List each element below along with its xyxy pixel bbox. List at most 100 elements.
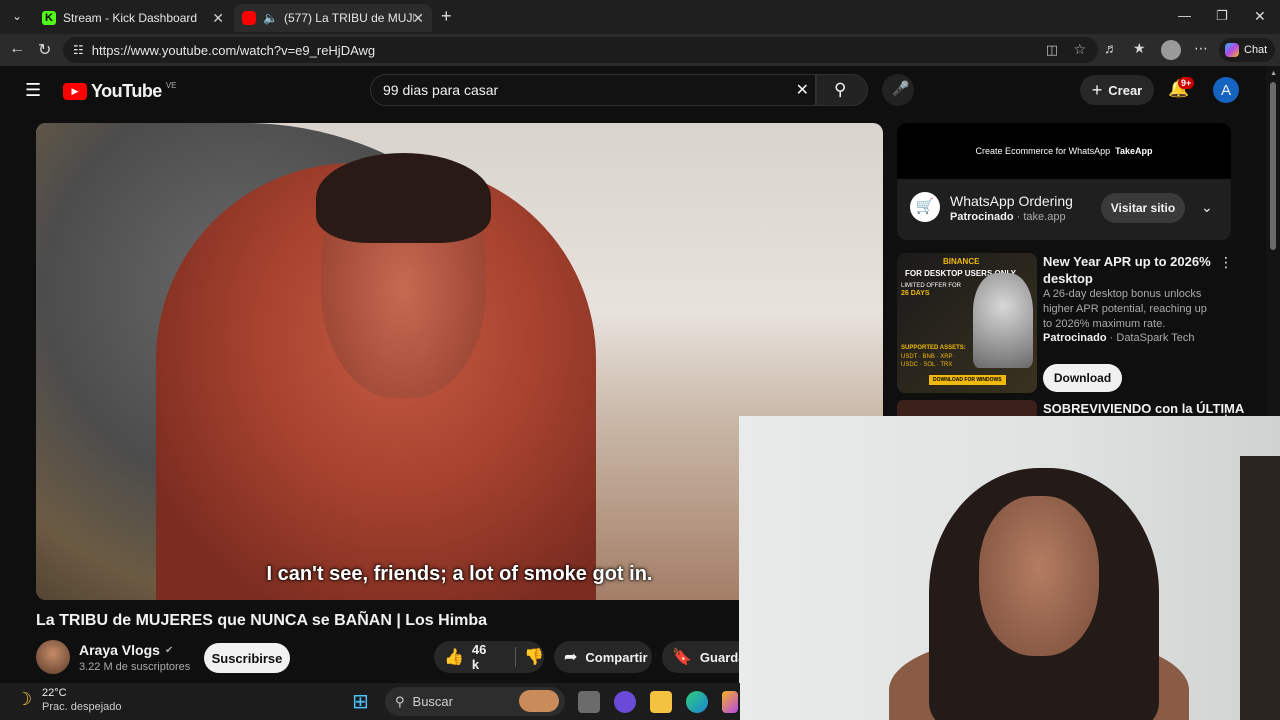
copilot-chat-button[interactable]: Chat — [1219, 38, 1275, 62]
maximize-icon[interactable]: ❐ — [1216, 8, 1228, 24]
task-view-icon[interactable] — [578, 691, 600, 713]
menu-icon[interactable]: ☰ — [25, 80, 41, 101]
more-options-icon[interactable]: ⋯ — [1194, 40, 1208, 57]
ad-thumbnail[interactable]: BINANCE FOR DESKTOP USERS ONLY LIMITED O… — [897, 253, 1037, 393]
account-avatar[interactable]: A — [1213, 77, 1239, 103]
thumbs-down-icon[interactable]: 👎 — [524, 647, 544, 667]
profile-avatar[interactable] — [1161, 40, 1181, 60]
search-highlight-icon — [519, 690, 559, 712]
country-code: VE — [165, 81, 177, 90]
favorites-icon[interactable]: ★ — [1133, 40, 1146, 57]
app-available-icon[interactable]: ◫ — [1046, 42, 1058, 58]
url-bar[interactable]: ☷ https://www.youtube.com/watch?v=e9_reH… — [63, 37, 1098, 63]
speaker-icon[interactable]: 🔈 — [263, 11, 278, 25]
thumb-assets: SUPPORTED ASSETS: — [901, 345, 966, 351]
cart-icon: 🛒 — [910, 192, 940, 222]
visit-site-button[interactable]: Visitar sitio — [1101, 193, 1185, 223]
window-close-icon[interactable]: ✕ — [1254, 8, 1266, 25]
search-icon: ⚲ — [395, 693, 405, 709]
thumb-brand: BINANCE — [943, 257, 980, 266]
subscribe-button[interactable]: Suscribirse — [204, 643, 290, 673]
close-icon[interactable]: ✕ — [412, 10, 424, 27]
search-button[interactable]: ⚲ — [816, 74, 868, 106]
reload-icon[interactable]: ↻ — [38, 40, 51, 60]
file-explorer-icon[interactable] — [650, 691, 672, 713]
favorite-star-icon[interactable]: ☆ — [1073, 41, 1086, 58]
video3-title[interactable]: SOBREVIVIENDO con la ÚLTIMA — [1043, 401, 1244, 416]
copilot-icon — [1225, 43, 1239, 57]
share-icon: ➦ — [564, 649, 578, 666]
ad-banner-brand: TakeApp — [1115, 146, 1153, 156]
browser-tab-bar: ⌄ K Stream - Kick Dashboard ✕ 🔈 (577) La… — [0, 0, 1280, 34]
scroll-up-icon[interactable]: ▲ — [1270, 70, 1277, 77]
taskbar-search[interactable]: ⚲ Buscar — [385, 687, 565, 716]
search-value: 99 dias para casar — [383, 82, 499, 98]
ad2-advertiser: DataSpark Tech — [1116, 332, 1195, 344]
chat-label: Chat — [1244, 44, 1268, 56]
thumb-line2: LIMITED OFFER FOR — [901, 283, 961, 289]
divider — [515, 647, 517, 667]
edge-browser-icon[interactable] — [686, 691, 708, 713]
share-label: Compartir — [585, 649, 648, 665]
channel-avatar[interactable] — [36, 640, 70, 674]
share-button[interactable]: ➦ Compartir — [554, 641, 652, 673]
sponsored-label: Patrocinado — [950, 211, 1014, 223]
verified-icon: ✔ — [164, 644, 174, 656]
logo-text: YouTube — [91, 81, 162, 101]
download-button[interactable]: Download — [1043, 364, 1122, 392]
url-text: https://www.youtube.com/watch?v=e9_reHjD… — [91, 42, 376, 58]
tab-kick-dashboard[interactable]: K Stream - Kick Dashboard ✕ — [34, 4, 232, 32]
close-icon[interactable]: ✕ — [212, 10, 224, 27]
new-tab-icon[interactable]: + — [441, 6, 452, 27]
play-logo-icon: ▶ — [63, 83, 87, 100]
subscriber-count: 3.22 M de suscriptores — [79, 661, 191, 673]
sponsored-label: Patrocinado — [1043, 332, 1107, 344]
ad2-meta: Patrocinado · DataSpark Tech — [1043, 332, 1194, 344]
taskbar-search-label: Buscar — [412, 694, 453, 709]
thumbs-up-icon: 👍 — [444, 649, 464, 666]
tab-list-icon[interactable]: ⌄ — [8, 9, 26, 25]
plus-icon: + — [1091, 79, 1103, 100]
clear-search-icon[interactable]: ✕ — [796, 80, 809, 100]
create-button[interactable]: + Crear — [1080, 75, 1154, 105]
webcam-overlay — [739, 416, 1280, 720]
youtube-logo[interactable]: ▶ YouTube VE — [63, 81, 177, 102]
teams-chat-icon[interactable] — [614, 691, 636, 713]
tab-youtube[interactable]: 🔈 (577) La TRIBU de MUJERES q ✕ — [234, 4, 432, 32]
channel-name: Araya Vlogs — [79, 642, 160, 658]
chevron-down-icon[interactable]: ⌄ — [1201, 199, 1213, 216]
voice-search-button[interactable]: 🎤 — [882, 74, 914, 106]
back-icon[interactable]: ← — [9, 40, 25, 58]
tab-title: (577) La TRIBU de MUJERES q — [283, 11, 414, 25]
site-info-icon[interactable]: ☷ — [73, 43, 84, 57]
like-button[interactable]: 👍 46 k 👎 — [434, 641, 544, 673]
thumb-coins: USDT · BNB · XRP · USDC · SOL · TRX — [901, 354, 957, 368]
ad2-title[interactable]: New Year APR up to 2026% desktop — [1043, 253, 1213, 287]
temperature[interactable]: 22°C — [42, 687, 67, 699]
separator-dot: · — [1109, 332, 1114, 344]
media-control-icon[interactable]: ♬ — [1104, 40, 1118, 56]
more-vert-icon[interactable]: ⋮ — [1219, 254, 1233, 271]
ad-banner-text: Create Ecommerce for WhatsApp — [975, 146, 1111, 156]
thumb-line3: 26 DAYS — [901, 290, 930, 297]
ad-banner[interactable]: Create Ecommerce for WhatsApp TakeApp — [897, 123, 1231, 179]
scrollbar-thumb[interactable] — [1270, 82, 1276, 250]
weather-icon[interactable]: ☽ — [16, 689, 32, 710]
windows-start-icon[interactable]: ⊞ — [352, 689, 369, 714]
weather-description: Prac. despejado — [42, 701, 122, 713]
minimize-icon[interactable]: — — [1178, 8, 1191, 23]
thumb-button: DOWNLOAD FOR WINDOWS — [929, 375, 1006, 385]
sponsored-ad-card[interactable]: Create Ecommerce for WhatsApp TakeApp 🛒 … — [897, 123, 1231, 240]
ad-meta: Patrocinado · take.app — [950, 211, 1066, 223]
ad-title: WhatsApp Ordering — [950, 193, 1073, 209]
youtube-icon — [242, 11, 256, 25]
video-frame-hair — [316, 153, 491, 243]
copilot-taskbar-icon[interactable] — [722, 691, 738, 713]
webcam-person-face — [979, 496, 1099, 656]
tab-title: Stream - Kick Dashboard — [63, 11, 198, 25]
channel-name-row[interactable]: Araya Vlogs ✔ — [79, 642, 173, 658]
statue-image — [973, 273, 1033, 368]
search-input[interactable]: 99 dias para casar ✕ — [370, 74, 816, 106]
create-label: Crear — [1108, 82, 1143, 98]
webcam-background-shelf — [1240, 456, 1280, 720]
